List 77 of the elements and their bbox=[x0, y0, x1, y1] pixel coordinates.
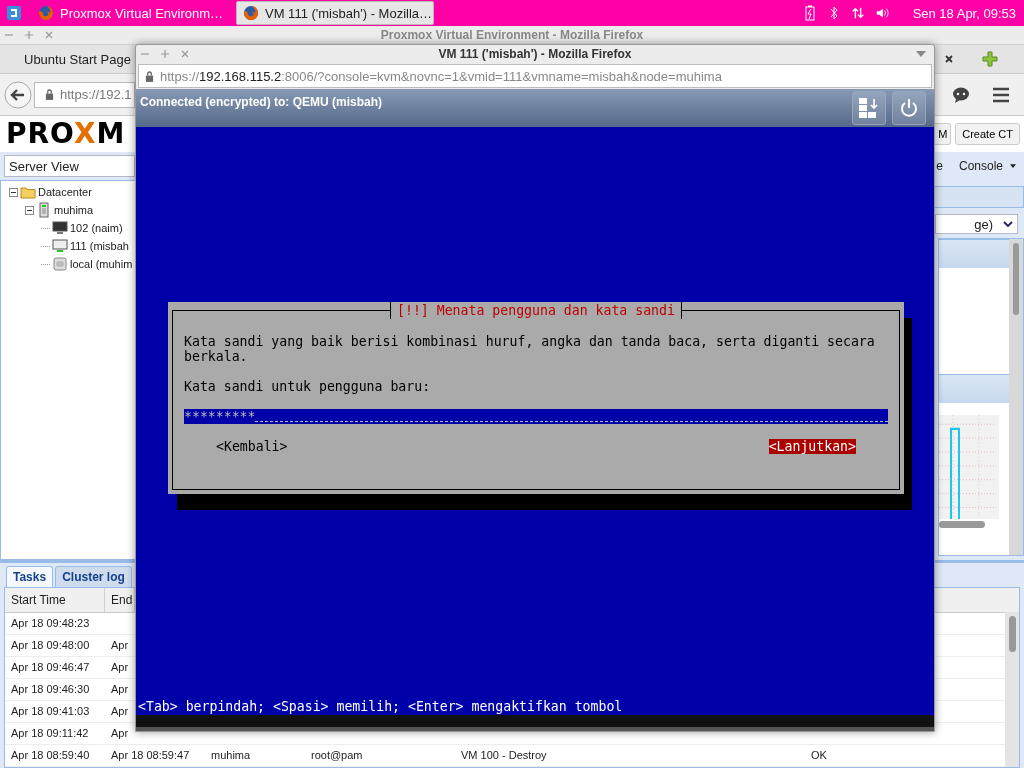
collapse-icon[interactable] bbox=[9, 187, 18, 197]
plus-icon[interactable] bbox=[982, 51, 998, 67]
dialog-button[interactable]: <Lanjutkan> bbox=[768, 439, 856, 454]
toolbar-button[interactable]: Create CT bbox=[955, 123, 1020, 145]
table-cell: Apr 18 09:48:00 bbox=[11, 639, 90, 651]
table-cell: Apr 18 09:48:23 bbox=[11, 617, 90, 629]
window-title: VM 111 ('misbah') - Mozilla Firefox bbox=[438, 47, 632, 61]
caret-icon bbox=[1010, 164, 1016, 168]
menu-icon[interactable] bbox=[992, 85, 1010, 104]
table-cell: Apr 18 09:41:03 bbox=[11, 705, 90, 717]
table-cell: Apr 18 09:46:30 bbox=[11, 683, 90, 695]
clock[interactable]: Sen 18 Apr, 09:53 bbox=[912, 5, 1016, 21]
chevron-down-icon bbox=[1003, 221, 1013, 227]
power-icon bbox=[898, 97, 920, 119]
power-button[interactable] bbox=[892, 91, 926, 125]
column-header[interactable]: Start Time bbox=[5, 588, 105, 612]
table-cell: OK bbox=[811, 749, 827, 761]
taskbar-button[interactable]: Proxmox Virtual Environm… bbox=[32, 1, 232, 25]
lock-icon bbox=[145, 70, 154, 82]
table-cell: Apr bbox=[111, 683, 129, 695]
window-title: Proxmox Virtual Environment - Mozilla Firefox bbox=[380, 28, 644, 42]
scrollbar[interactable] bbox=[939, 521, 985, 528]
dropdown-arrow-icon[interactable] bbox=[916, 51, 926, 57]
table-cell: Apr 18 08:59:47 bbox=[111, 749, 190, 761]
help-line: <Tab> berpindah; <Spasi> memilih; <Enter> mengaktifkan tombol bbox=[138, 699, 623, 714]
tree-item[interactable]: local (muhim bbox=[70, 258, 133, 270]
tree-item[interactable]: 111 (misbah bbox=[70, 240, 129, 252]
server-icon bbox=[36, 202, 52, 218]
table-cell: Apr 18 09:46:47 bbox=[11, 661, 90, 673]
dialog-message: Kata sandi yang baik berisi kombinasi huruf, angka dan tanda baca, serta diganti secara berkala. bbox=[184, 334, 876, 364]
tree-item[interactable]: 102 (naim) bbox=[70, 222, 123, 234]
tree-item[interactable]: Datacenter bbox=[38, 186, 92, 198]
dropdown[interactable]: ge) bbox=[935, 214, 1018, 234]
dialog-button[interactable]: <Kembali> bbox=[216, 439, 288, 454]
tree-item[interactable]: muhima bbox=[54, 204, 94, 216]
keys-icon bbox=[858, 97, 880, 119]
lock-icon bbox=[45, 89, 54, 100]
folder-icon bbox=[20, 184, 36, 200]
network-arrows-icon[interactable] bbox=[850, 5, 865, 21]
dialog-title: [!!] Menata pengguna dan kata sandi bbox=[390, 302, 682, 319]
field-label: Kata sandi untuk pengguna baru: bbox=[184, 379, 432, 394]
maximize-icon[interactable] bbox=[25, 31, 33, 39]
table-cell: VM 100 - Destroy bbox=[461, 749, 547, 761]
tab[interactable]: Tasks bbox=[6, 566, 54, 587]
url-field[interactable]: https://192.168.115.2:8006/?console=kvm&novnc=1&vmid=111&vmname=misbah&node=muhima bbox=[138, 64, 932, 88]
toolbar-button[interactable]: M bbox=[935, 123, 952, 145]
tab[interactable]: Cluster log bbox=[55, 566, 132, 587]
send-keys-button[interactable] bbox=[852, 91, 886, 125]
password-field[interactable]: ********* bbox=[184, 409, 888, 424]
maximize-icon[interactable] bbox=[161, 50, 169, 58]
collapse-icon[interactable] bbox=[25, 205, 34, 215]
table-cell: Apr bbox=[111, 661, 129, 673]
table-cell: Apr bbox=[111, 639, 129, 651]
launcher-icon[interactable] bbox=[6, 5, 22, 21]
table-cell: Apr 18 08:59:40 bbox=[11, 749, 90, 761]
table-cell: muhima bbox=[211, 749, 251, 761]
storage-icon bbox=[52, 256, 68, 272]
table-cell: root@pam bbox=[311, 749, 363, 761]
firefox-icon bbox=[38, 5, 54, 21]
table-cell: Apr bbox=[111, 727, 129, 739]
logo: PROXM bbox=[6, 120, 126, 148]
back-icon[interactable] bbox=[4, 80, 32, 109]
firefox-icon bbox=[243, 5, 259, 21]
scrollbar[interactable] bbox=[1009, 239, 1023, 555]
browser-tab[interactable]: Ubuntu Start Page bbox=[24, 51, 131, 67]
table-cell: Apr 18 09:11:42 bbox=[11, 727, 89, 739]
view-select[interactable]: Server View bbox=[4, 155, 135, 177]
chat-bubble-icon[interactable] bbox=[952, 85, 970, 104]
console-menu-button[interactable]: Console bbox=[956, 157, 1018, 175]
close-icon[interactable] bbox=[944, 54, 954, 64]
url-field[interactable]: https://192.1 bbox=[34, 81, 135, 108]
table-cell: Apr bbox=[111, 705, 129, 717]
taskbar-button[interactable]: VM 111 ('misbah') - Mozilla… bbox=[236, 1, 434, 25]
connection-status: Connected (encrypted) to: QEMU (misbah) bbox=[140, 95, 382, 109]
battery-icon[interactable] bbox=[802, 5, 817, 21]
toolbar-button[interactable]: e bbox=[936, 159, 943, 173]
scrollbar[interactable] bbox=[1005, 612, 1019, 767]
